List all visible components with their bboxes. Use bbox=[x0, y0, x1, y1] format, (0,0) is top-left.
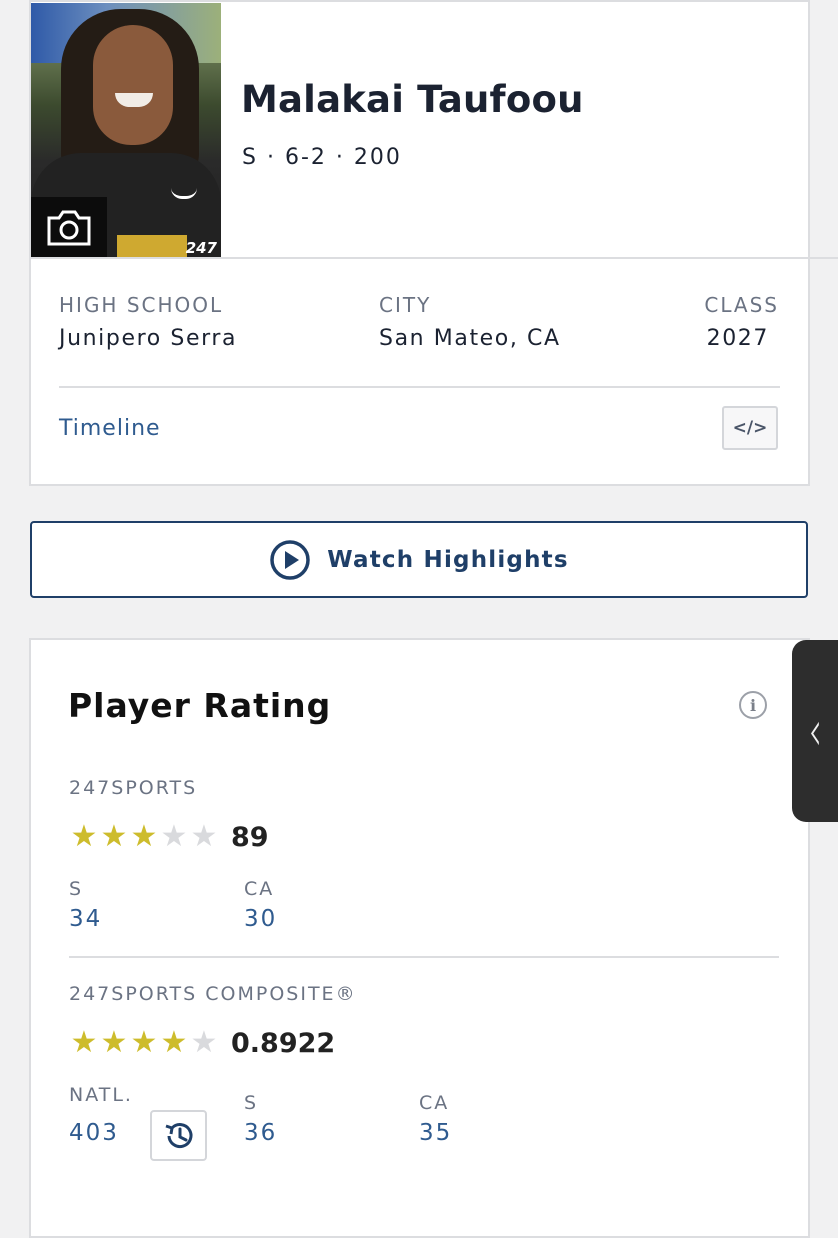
star-empty-icon: ★ bbox=[190, 1025, 218, 1060]
divider bbox=[59, 386, 780, 388]
star-filled-icon: ★ bbox=[160, 1025, 188, 1060]
sports247-star-rating: ★ ★ ★ ★ ★ bbox=[69, 822, 219, 852]
player-rating-title: Player Rating bbox=[68, 686, 332, 725]
composite-label: 247SPORTS COMPOSITE® bbox=[69, 983, 357, 1005]
embed-code-button[interactable]: </> bbox=[722, 406, 778, 450]
player-rating-card bbox=[29, 638, 810, 1238]
info-icon[interactable]: i bbox=[739, 691, 767, 719]
star-filled-icon: ★ bbox=[100, 819, 128, 854]
camera-icon[interactable] bbox=[31, 197, 107, 259]
history-icon bbox=[165, 1122, 192, 1148]
timeline-link[interactable]: Timeline bbox=[59, 416, 161, 441]
star-filled-icon: ★ bbox=[70, 819, 98, 854]
city-label: CITY bbox=[379, 293, 432, 317]
position-rank-label: S bbox=[69, 878, 84, 900]
chevron-left-icon: ‹ bbox=[808, 698, 822, 764]
national-rank-value[interactable]: 403 bbox=[69, 1120, 119, 1146]
side-panel-toggle[interactable]: ‹ bbox=[792, 640, 838, 822]
sports247-label: 247SPORTS bbox=[69, 777, 198, 799]
star-filled-icon: ★ bbox=[130, 1025, 158, 1060]
position-rank-label: S bbox=[244, 1092, 259, 1114]
position-rank-value[interactable]: 34 bbox=[69, 906, 102, 932]
state-rank-value[interactable]: 35 bbox=[419, 1120, 452, 1146]
photo-watermark: 247 bbox=[185, 239, 217, 257]
sports247-score: 89 bbox=[231, 822, 269, 853]
star-filled-icon: ★ bbox=[130, 819, 158, 854]
player-name: Malakai Taufoou bbox=[241, 78, 584, 121]
star-filled-icon: ★ bbox=[70, 1025, 98, 1060]
state-rank-label: CA bbox=[419, 1092, 450, 1114]
divider bbox=[69, 956, 779, 958]
composite-score: 0.8922 bbox=[231, 1028, 336, 1059]
star-empty-icon: ★ bbox=[160, 819, 188, 854]
composite-star-rating: ★ ★ ★ ★ ★ bbox=[69, 1028, 219, 1058]
star-filled-icon: ★ bbox=[100, 1025, 128, 1060]
player-position-height-weight: S · 6-2 · 200 bbox=[242, 145, 402, 170]
state-rank-value[interactable]: 30 bbox=[244, 906, 277, 932]
high-school-value: Junipero Serra bbox=[59, 326, 238, 351]
rank-history-button[interactable] bbox=[150, 1110, 207, 1161]
watch-highlights-button[interactable]: Watch Highlights bbox=[30, 521, 808, 598]
code-icon: </> bbox=[732, 418, 768, 438]
class-label: CLASS bbox=[704, 293, 779, 317]
state-rank-label: CA bbox=[244, 878, 275, 900]
national-rank-label: NATL. bbox=[69, 1084, 133, 1106]
play-circle-icon bbox=[270, 539, 310, 580]
star-empty-icon: ★ bbox=[190, 819, 218, 854]
divider bbox=[31, 257, 838, 259]
class-value: 2027 bbox=[706, 326, 769, 351]
watch-highlights-label: Watch Highlights bbox=[327, 546, 569, 573]
position-rank-value[interactable]: 36 bbox=[244, 1120, 277, 1146]
high-school-label: HIGH SCHOOL bbox=[59, 293, 224, 317]
city-value: San Mateo, CA bbox=[379, 326, 561, 351]
